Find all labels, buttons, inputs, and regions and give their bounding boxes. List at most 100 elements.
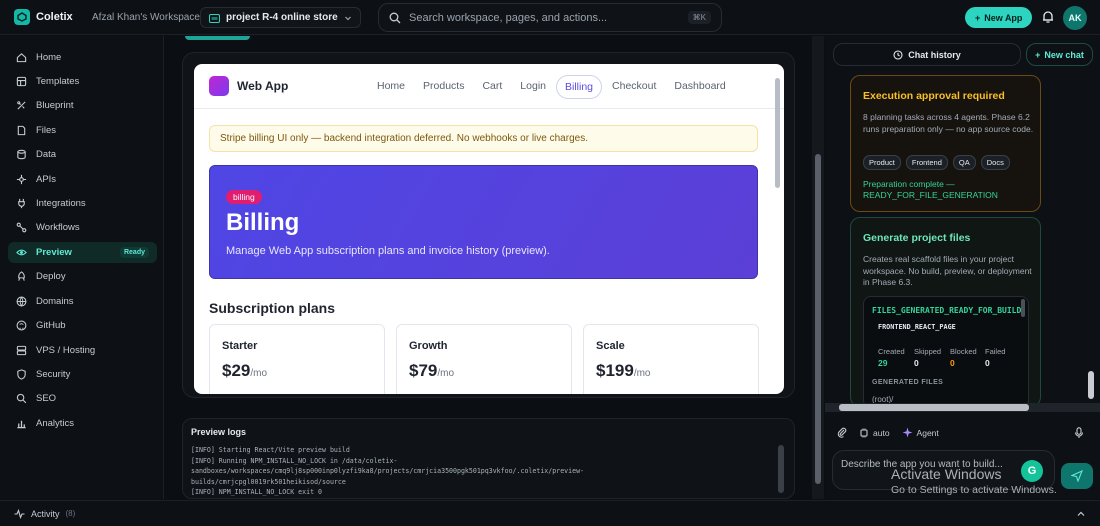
billing-hero: billing Billing Manage Web App subscript… bbox=[209, 165, 758, 279]
plan-price-value: $199 bbox=[596, 361, 634, 380]
activity-count: (8) bbox=[65, 509, 76, 518]
new-chat-button[interactable]: + New chat bbox=[1026, 43, 1093, 66]
sidebar-item-label: Deploy bbox=[36, 271, 66, 282]
toolbar-button-partial[interactable] bbox=[185, 36, 250, 40]
watermark-title: Activate Windows bbox=[891, 466, 1002, 482]
sidebar-item-files[interactable]: Files bbox=[8, 120, 157, 141]
output-scrollbar[interactable] bbox=[1021, 299, 1025, 317]
web-app-preview[interactable]: Web App Home Products Cart Login Billing… bbox=[194, 64, 784, 394]
generation-target: FRONTEND_REACT_PAGE bbox=[878, 323, 956, 331]
sparkle-icon bbox=[902, 427, 913, 438]
chat-history-button[interactable]: Chat history bbox=[833, 43, 1021, 66]
sidebar-item-home[interactable]: Home bbox=[8, 47, 157, 68]
sidebar-item-vps-hosting[interactable]: VPS / Hosting bbox=[8, 340, 157, 361]
sidebar-item-preview[interactable]: Preview Ready bbox=[8, 242, 157, 263]
bell-icon[interactable] bbox=[1041, 10, 1055, 24]
new-app-button[interactable]: + New App bbox=[965, 7, 1033, 28]
paperclip-icon bbox=[837, 427, 847, 438]
sidebar: Home Templates Blueprint Files Data APIs… bbox=[0, 36, 164, 499]
sidebar-item-apis[interactable]: APIs bbox=[8, 169, 157, 190]
page-subtitle: Manage Web App subscription plans and in… bbox=[226, 245, 550, 257]
plan-card-growth[interactable]: Growth $79/mo bbox=[396, 324, 572, 394]
sidebar-item-label: Integrations bbox=[36, 198, 86, 209]
stat-failed: Failed 0 bbox=[985, 347, 1005, 368]
nav-dashboard[interactable]: Dashboard bbox=[666, 75, 733, 99]
files-icon bbox=[17, 125, 26, 136]
preview-logs: Preview logs [INFO] Starting React/Vite … bbox=[182, 418, 795, 499]
sidebar-item-data[interactable]: Data bbox=[8, 144, 157, 165]
sidebar-item-templates[interactable]: Templates bbox=[8, 71, 157, 92]
logs-scrollbar[interactable] bbox=[778, 445, 784, 493]
github-icon bbox=[16, 320, 27, 331]
sidebar-item-label: Data bbox=[36, 149, 57, 160]
plan-period: /mo bbox=[437, 368, 455, 379]
sidebar-item-label: Home bbox=[36, 52, 62, 63]
sidebar-item-label: Blueprint bbox=[36, 100, 74, 111]
search-input[interactable] bbox=[409, 11, 669, 24]
generation-status: FILES_GENERATED_READY_FOR_BUILD bbox=[872, 306, 1022, 315]
project-selector[interactable]: project R-4 online store bbox=[200, 7, 361, 28]
nav-login[interactable]: Login bbox=[512, 75, 554, 99]
logs-title: Preview logs bbox=[191, 427, 247, 437]
nav-products[interactable]: Products bbox=[415, 75, 472, 99]
sidebar-item-label: Preview bbox=[36, 247, 72, 258]
web-app-scrollbar[interactable] bbox=[775, 78, 780, 188]
log-line: sandboxes/workspaces/cmq9lj8sp000inp0lyz… bbox=[191, 467, 585, 475]
sidebar-item-deploy[interactable]: Deploy bbox=[8, 266, 157, 287]
global-search[interactable]: ⌘K bbox=[378, 3, 722, 32]
plan-name: Growth bbox=[409, 340, 448, 352]
sidebar-item-label: SEO bbox=[36, 393, 57, 404]
log-lines: [INFO] Starting React/Vite preview build… bbox=[191, 445, 766, 498]
plan-card-scale[interactable]: Scale $199/mo bbox=[583, 324, 759, 394]
sidebar-item-analytics[interactable]: Analytics bbox=[8, 413, 157, 434]
analytics-icon bbox=[17, 420, 26, 429]
sidebar-item-workflows[interactable]: Workflows bbox=[8, 217, 157, 238]
chat-scroll-thumb[interactable] bbox=[1088, 371, 1094, 399]
eye-icon bbox=[16, 249, 27, 256]
rocket-icon bbox=[18, 271, 25, 281]
agent-mode-label: Agent bbox=[916, 427, 939, 438]
user-avatar[interactable]: AK bbox=[1063, 6, 1087, 30]
sidebar-item-blueprint[interactable]: Blueprint bbox=[8, 95, 157, 116]
sidebar-item-label: Analytics bbox=[36, 418, 75, 429]
send-button[interactable] bbox=[1061, 463, 1093, 489]
home-icon bbox=[16, 53, 27, 63]
plans-heading: Subscription plans bbox=[209, 300, 336, 316]
nav-cart[interactable]: Cart bbox=[474, 75, 510, 99]
approval-body: 8 planning tasks across 4 agents. Phase … bbox=[863, 112, 1034, 134]
brand-logo[interactable]: Coletix bbox=[14, 9, 73, 25]
nav-home[interactable]: Home bbox=[369, 75, 413, 99]
sidebar-item-security[interactable]: Security bbox=[8, 364, 157, 385]
status-badge: Ready bbox=[119, 247, 149, 258]
microphone-icon[interactable] bbox=[1074, 427, 1084, 439]
panel-scrollbar[interactable] bbox=[812, 36, 824, 499]
panel-scroll-thumb[interactable] bbox=[815, 154, 821, 484]
model-auto-button[interactable]: auto bbox=[859, 428, 890, 438]
chevron-up-icon[interactable] bbox=[1076, 509, 1086, 519]
chip-icon bbox=[860, 428, 868, 437]
sidebar-item-domains[interactable]: Domains bbox=[8, 291, 157, 312]
plan-price-value: $79 bbox=[409, 361, 438, 380]
agent-mode-button[interactable]: Agent bbox=[902, 427, 939, 438]
sidebar-item-github[interactable]: GitHub bbox=[8, 315, 157, 336]
globe-icon bbox=[16, 296, 27, 307]
log-line: builds/cmrjcpgl0019rk501heikisod/source bbox=[191, 477, 346, 486]
chat-horizontal-thumb[interactable] bbox=[839, 404, 1029, 411]
web-app-name: Web App bbox=[237, 79, 289, 93]
attach-button[interactable] bbox=[837, 427, 847, 438]
workspace-name[interactable]: Afzal Khan's Workspace bbox=[92, 12, 200, 23]
sidebar-item-label: Files bbox=[36, 125, 57, 136]
sidebar-item-seo[interactable]: SEO bbox=[8, 388, 157, 409]
nav-billing[interactable]: Billing bbox=[556, 75, 603, 99]
plan-card-starter[interactable]: Starter $29/mo bbox=[209, 324, 385, 394]
chat-horizontal-scrollbar[interactable] bbox=[825, 403, 1100, 412]
sidebar-item-label: Security bbox=[36, 369, 71, 380]
plan-price: $199/mo bbox=[596, 361, 651, 381]
seo-icon bbox=[16, 393, 27, 404]
database-icon bbox=[17, 149, 26, 160]
nav-checkout[interactable]: Checkout bbox=[604, 75, 664, 99]
folder-icon bbox=[209, 13, 220, 23]
activity-bar[interactable]: Activity (8) bbox=[0, 500, 1100, 526]
sidebar-item-integrations[interactable]: Integrations bbox=[8, 193, 157, 214]
activity-icon bbox=[14, 508, 25, 519]
